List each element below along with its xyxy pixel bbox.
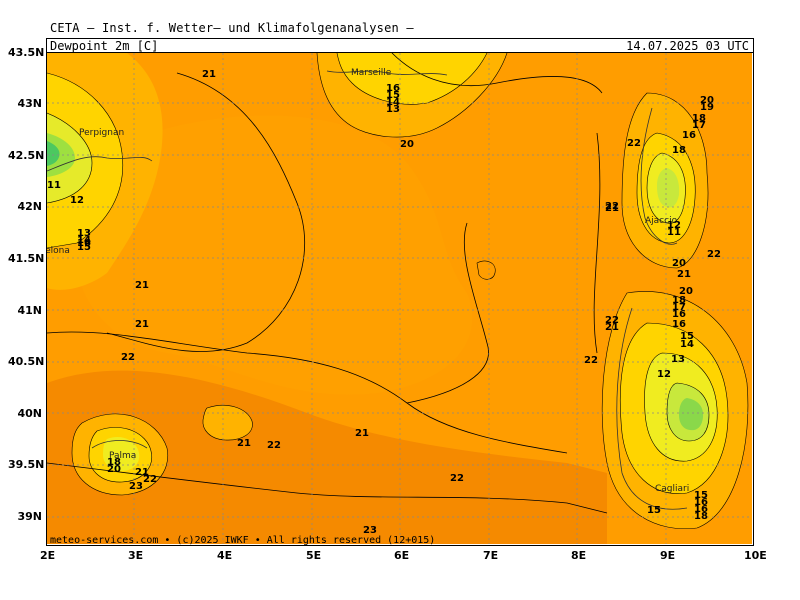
svg-text:21: 21 [677, 269, 691, 280]
lon-label: 8E [571, 549, 587, 562]
svg-text:15: 15 [647, 505, 661, 516]
lon-label: 5E [306, 549, 322, 562]
lon-label: 9E [660, 549, 676, 562]
lon-label: 10E [744, 549, 767, 562]
svg-text:21: 21 [605, 203, 619, 214]
lat-label: 39.5N [8, 458, 45, 471]
svg-text:16: 16 [77, 238, 91, 249]
svg-text:14: 14 [680, 339, 694, 350]
lon-label: 2E [40, 549, 56, 562]
lat-label: 43.5N [8, 46, 45, 59]
datetime-label: 14.07.2025 03 UTC [626, 39, 749, 53]
lon-label: 3E [128, 549, 144, 562]
svg-text:22: 22 [121, 352, 135, 363]
subheader-bar: Dewpoint 2m [C] 14.07.2025 03 UTC [46, 38, 754, 53]
dewpoint-map[interactable]: Marseille Perpignan Barcelona Ajaccio Pa… [46, 52, 754, 546]
city-perpignan: Perpignan [79, 128, 124, 138]
city-cagliari: Cagliari [655, 484, 689, 494]
svg-text:22: 22 [707, 249, 721, 260]
svg-text:18: 18 [692, 113, 706, 124]
svg-text:22: 22 [143, 474, 157, 485]
svg-text:20: 20 [672, 258, 686, 269]
svg-text:13: 13 [386, 104, 400, 115]
svg-text:21: 21 [135, 280, 149, 291]
svg-text:12: 12 [657, 369, 671, 380]
svg-text:23: 23 [129, 481, 143, 492]
city-marseille: Marseille [351, 68, 392, 78]
lat-label: 42N [17, 200, 42, 213]
svg-text:12: 12 [70, 195, 84, 206]
footer-copyright: meteo-services.com • (c)2025 IWKF • All … [50, 535, 436, 546]
svg-text:22: 22 [450, 473, 464, 484]
lon-label: 7E [483, 549, 499, 562]
svg-text:16: 16 [682, 130, 696, 141]
svg-text:21: 21 [355, 428, 369, 439]
svg-text:21: 21 [605, 322, 619, 333]
svg-text:22: 22 [267, 440, 281, 451]
lat-label: 42.5N [8, 149, 45, 162]
svg-text:18: 18 [672, 145, 686, 156]
header-title: CETA – Inst. f. Wetter– und Klimafolgena… [50, 21, 414, 35]
svg-text:20: 20 [700, 95, 714, 106]
lat-label: 41.5N [8, 252, 45, 265]
svg-text:22: 22 [627, 138, 641, 149]
lon-label: 6E [394, 549, 410, 562]
svg-text:13: 13 [671, 354, 685, 365]
svg-text:20: 20 [400, 139, 414, 150]
svg-text:11: 11 [47, 180, 61, 191]
svg-text:21: 21 [135, 319, 149, 330]
lat-label: 39N [17, 510, 42, 523]
svg-text:20: 20 [107, 464, 121, 475]
city-barcelona: Barcelona [47, 246, 70, 256]
lat-label: 41N [17, 304, 42, 317]
svg-text:16: 16 [672, 319, 686, 330]
variable-label: Dewpoint 2m [C] [50, 39, 159, 53]
svg-text:21: 21 [237, 438, 251, 449]
lat-label: 40.5N [8, 355, 45, 368]
svg-text:11: 11 [667, 227, 681, 238]
lon-label: 4E [217, 549, 233, 562]
svg-text:18: 18 [694, 511, 708, 522]
svg-text:22: 22 [584, 355, 598, 366]
lat-label: 43N [17, 97, 42, 110]
svg-text:21: 21 [202, 69, 216, 80]
lat-label: 40N [17, 407, 42, 420]
